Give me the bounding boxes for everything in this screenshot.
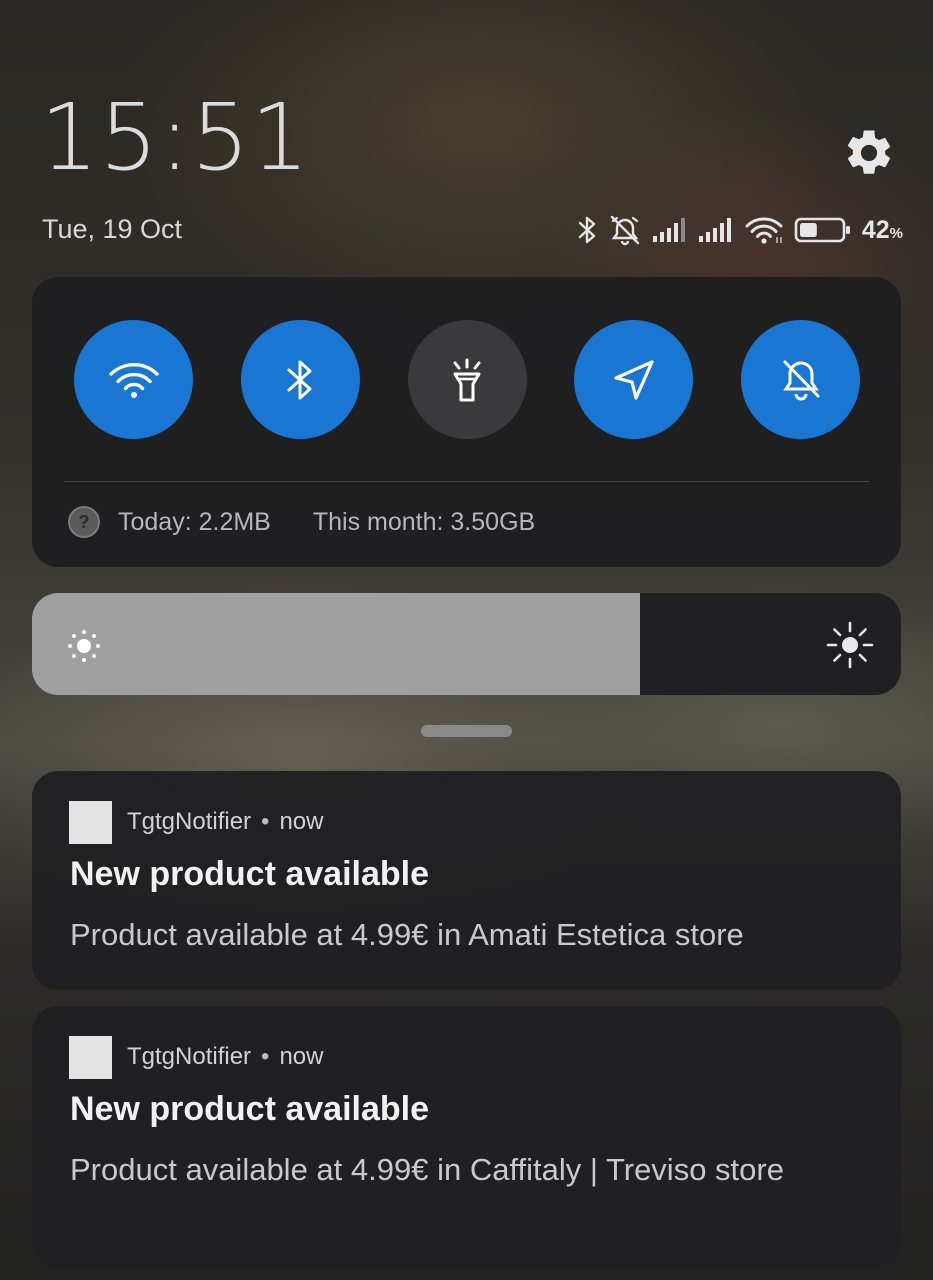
wifi-toggle[interactable]	[74, 320, 193, 439]
wifi-icon	[745, 217, 783, 244]
bluetooth-icon	[578, 216, 596, 244]
gear-icon	[847, 130, 891, 174]
notification-time: now	[279, 1043, 324, 1070]
brightness-high-icon	[826, 621, 874, 669]
usage-today: Today: 2.2MB	[118, 507, 271, 536]
date[interactable]: Tue, 19 Oct	[42, 214, 182, 245]
location-icon	[614, 359, 654, 400]
bluetooth-toggle[interactable]	[240, 320, 360, 439]
quick-settings-tiles	[74, 320, 860, 439]
battery-icon	[794, 217, 850, 243]
separator: •	[261, 808, 270, 835]
quick-settings-panel: ? Today: 2.2MB This month: 3.50GB	[32, 277, 901, 567]
brightness-fill[interactable]	[32, 593, 641, 695]
usage-month: This month: 3.50GB	[312, 507, 536, 536]
notification-header: TgtgNotifier • now	[127, 1043, 323, 1071]
settings-button[interactable]	[842, 126, 896, 180]
data-usage[interactable]: ? Today: 2.2MB This month: 3.50GB	[68, 506, 535, 538]
help-icon[interactable]: ?	[68, 506, 100, 538]
silent-toggle[interactable]	[741, 320, 860, 439]
signal-icon	[652, 218, 685, 242]
panel-drag-handle[interactable]	[421, 725, 512, 737]
notification-card[interactable]: TgtgNotifier • now New product available P…	[32, 771, 901, 990]
notification-header: TgtgNotifier • now	[127, 808, 323, 836]
wifi-icon	[108, 362, 159, 398]
bluetooth-icon	[287, 360, 312, 399]
signal-icon	[698, 218, 731, 242]
app-name: TgtgNotifier	[127, 808, 252, 835]
notification-body: Product available at 4.99€ in Amati Este…	[70, 917, 744, 952]
location-toggle[interactable]	[574, 320, 694, 439]
app-icon	[69, 1036, 112, 1079]
brightness-slider[interactable]	[32, 593, 901, 695]
app-name: TgtgNotifier	[127, 1043, 252, 1070]
separator: •	[261, 1043, 270, 1070]
flashlight-toggle[interactable]	[407, 320, 527, 439]
status-bar: 42%	[576, 210, 903, 250]
battery-percent: 42%	[861, 215, 903, 244]
clock[interactable]: 15:51	[40, 92, 310, 184]
notification-body: Product available at 4.99€ in Caffitaly …	[70, 1152, 784, 1187]
app-icon	[69, 801, 112, 844]
notification-title: New product available	[70, 1090, 429, 1128]
bell-off-icon	[782, 360, 819, 400]
quick-settings-divider	[64, 481, 869, 482]
flashlight-icon	[453, 358, 481, 401]
notification-title: New product available	[70, 855, 429, 893]
brightness-low-icon	[68, 630, 100, 662]
notification-time: now	[279, 808, 324, 835]
notification-card[interactable]: TgtgNotifier • now New product available P…	[32, 1006, 901, 1268]
alarm-off-icon	[610, 215, 640, 246]
